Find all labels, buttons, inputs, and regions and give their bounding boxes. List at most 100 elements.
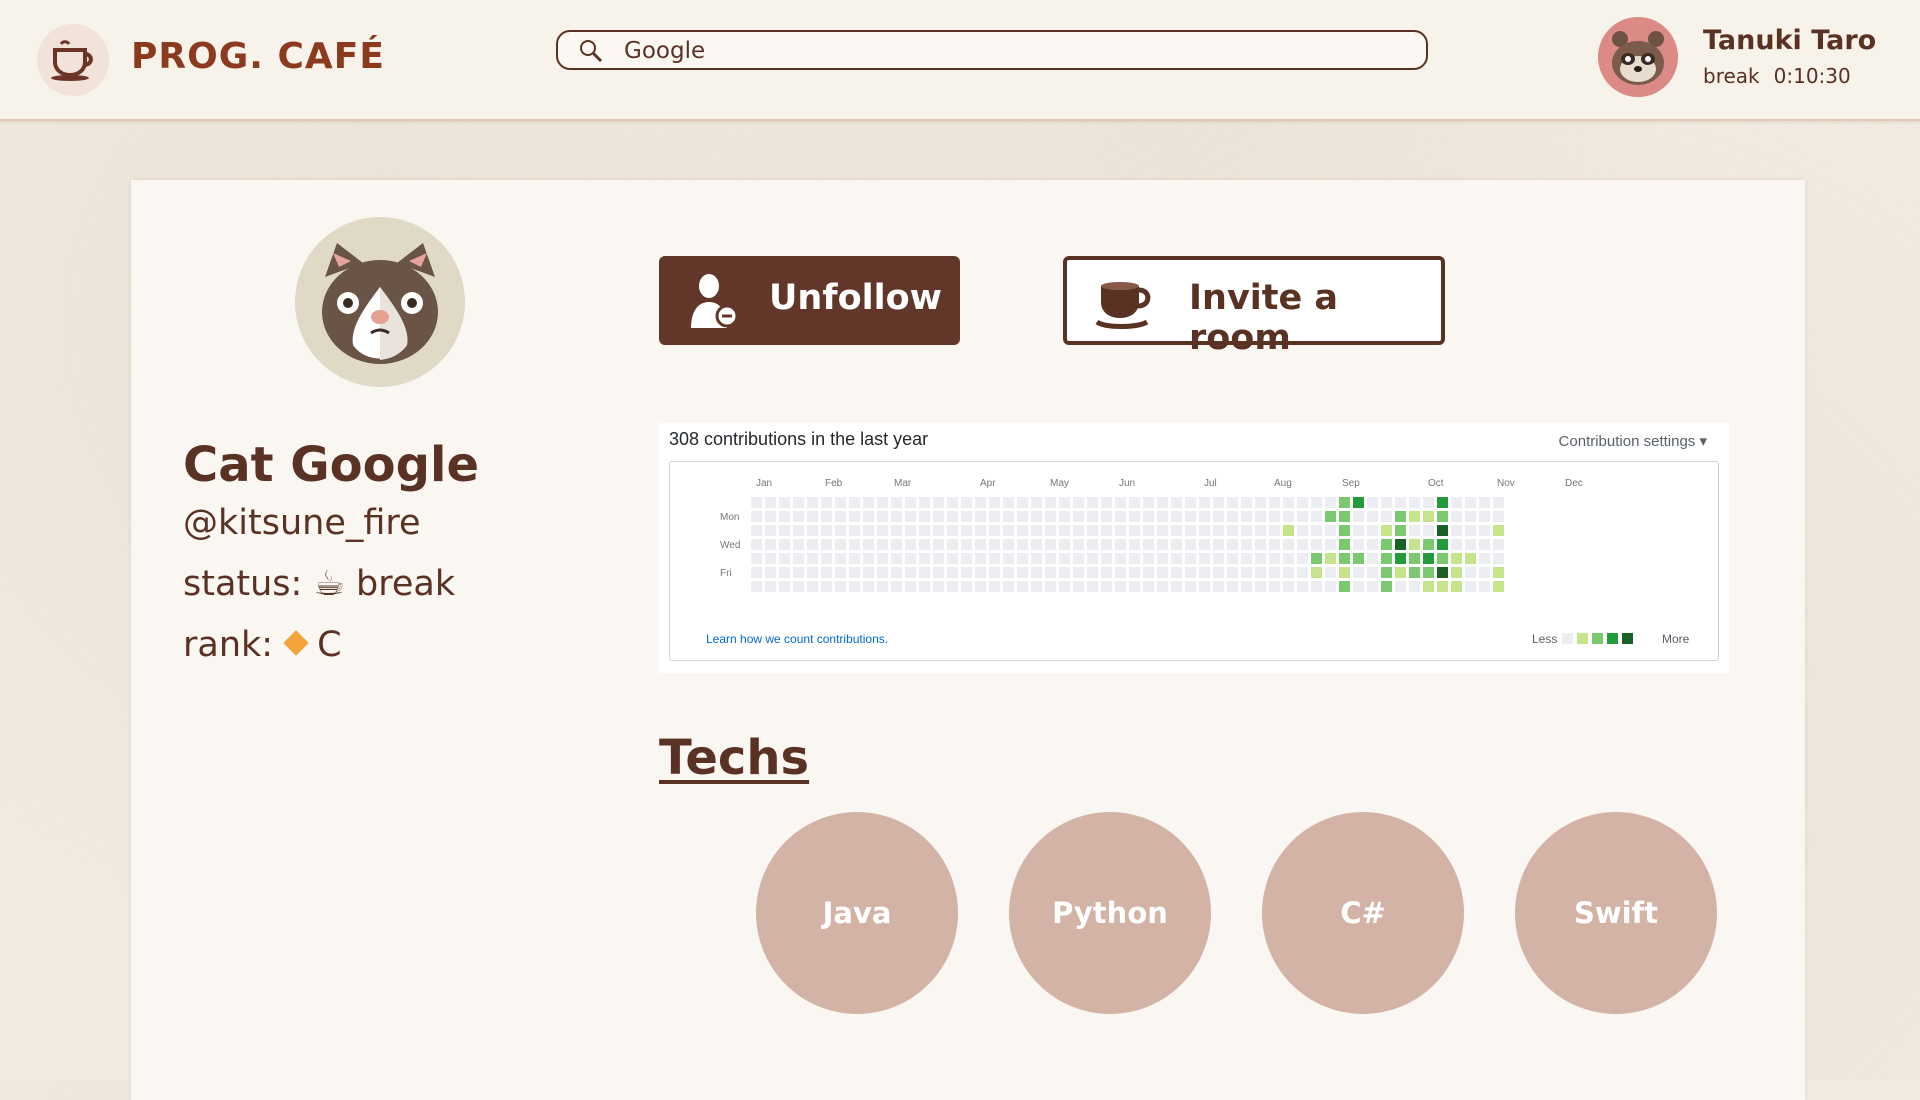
legend-less-label: Less (1532, 632, 1558, 646)
tech-badge-python[interactable]: Python (1009, 812, 1211, 1014)
contribution-cell (877, 567, 888, 578)
contribution-cell (1115, 581, 1126, 592)
contribution-cell (1003, 525, 1014, 536)
contribution-cell (1171, 553, 1182, 564)
contribution-cell (1269, 525, 1280, 536)
contribution-settings-dropdown[interactable]: Contribution settings ▾ (1559, 432, 1707, 450)
month-label: Jul (1204, 478, 1217, 489)
contribution-cell (1381, 553, 1392, 564)
contribution-cell (1213, 553, 1224, 564)
status-value: break (356, 564, 456, 604)
contribution-cell (1339, 553, 1350, 564)
contribution-cell (1325, 497, 1336, 508)
contribution-cell (835, 511, 846, 522)
contribution-cell (1297, 525, 1308, 536)
month-label: May (1050, 478, 1069, 489)
contribution-cell (1087, 525, 1098, 536)
user-avatar[interactable] (1598, 17, 1678, 97)
contribution-cell (933, 497, 944, 508)
tech-badge-java[interactable]: Java (756, 812, 958, 1014)
contribution-cell (1115, 511, 1126, 522)
contribution-cell (765, 525, 776, 536)
contribution-cell (751, 525, 762, 536)
coffee-status-icon: ☕ (313, 564, 345, 604)
contribution-graph: 308 contributions in the last year Contr… (659, 423, 1729, 673)
contribution-cell (1185, 581, 1196, 592)
contribution-cell (1101, 525, 1112, 536)
contribution-cell (947, 497, 958, 508)
contribution-cell (905, 553, 916, 564)
month-label: Sep (1342, 478, 1360, 489)
contribution-cell (1353, 497, 1364, 508)
contribution-cell (1227, 497, 1238, 508)
contribution-cell (1227, 511, 1238, 522)
contribution-cell (961, 581, 972, 592)
contribution-cell (1381, 525, 1392, 536)
contribution-cell (1045, 567, 1056, 578)
invite-room-button[interactable]: Invite a room (1063, 256, 1445, 358)
contribution-cell (1311, 581, 1322, 592)
month-label: Apr (980, 478, 996, 489)
contribution-cell (863, 511, 874, 522)
contribution-cell (947, 511, 958, 522)
remove-user-icon (687, 272, 743, 330)
contribution-cell (1269, 553, 1280, 564)
contribution-cell (1031, 497, 1042, 508)
tech-badge-csharp[interactable]: C# (1262, 812, 1464, 1014)
contribution-cell (849, 511, 860, 522)
contribution-cell (1423, 525, 1434, 536)
contribution-cell (793, 525, 804, 536)
search-bar[interactable] (556, 30, 1428, 70)
contribution-cell (1269, 497, 1280, 508)
contribution-cell (989, 567, 1000, 578)
contribution-cell (1087, 581, 1098, 592)
contribution-cell (751, 539, 762, 550)
contribution-cell (1185, 525, 1196, 536)
contribution-cell (1437, 567, 1448, 578)
contribution-cell (1185, 539, 1196, 550)
search-input[interactable] (622, 34, 1406, 68)
contribution-cell (1129, 525, 1140, 536)
contribution-cell (1367, 511, 1378, 522)
tech-badge-swift[interactable]: Swift (1515, 812, 1717, 1014)
app-logo-text[interactable]: PROG. CAFÉ (131, 36, 385, 77)
contribution-cell (835, 567, 846, 578)
contribution-cell (849, 497, 860, 508)
contribution-cell (1367, 525, 1378, 536)
contribution-cell (1045, 511, 1056, 522)
contribution-cell (891, 581, 902, 592)
contribution-cell (1255, 497, 1266, 508)
contribution-cell (751, 553, 762, 564)
contribution-cell (1395, 511, 1406, 522)
contribution-cell (975, 525, 986, 536)
contribution-cell (919, 581, 930, 592)
contribution-cell (765, 497, 776, 508)
contribution-cell (1395, 497, 1406, 508)
contribution-cell (1437, 581, 1448, 592)
contribution-cell (863, 539, 874, 550)
contribution-cell (807, 567, 818, 578)
learn-contributions-link[interactable]: Learn how we count contributions. (706, 632, 888, 646)
contribution-cell (1227, 525, 1238, 536)
coffee-cup-icon[interactable] (37, 24, 109, 96)
contribution-cell (1325, 567, 1336, 578)
contribution-cell (1129, 539, 1140, 550)
contribution-cell (1465, 567, 1476, 578)
contribution-cell (821, 525, 832, 536)
contribution-cell (1451, 581, 1462, 592)
orange-diamond-icon (283, 630, 309, 656)
contribution-cell (779, 539, 790, 550)
contribution-cell (1101, 497, 1112, 508)
contribution-cell (919, 525, 930, 536)
contribution-cell (793, 511, 804, 522)
search-icon (578, 38, 604, 64)
contribution-cell (919, 553, 930, 564)
contribution-cell (1409, 525, 1420, 536)
contribution-cell (1381, 567, 1392, 578)
contribution-cell (1283, 567, 1294, 578)
contribution-cell (1409, 567, 1420, 578)
contribution-cell (1283, 539, 1294, 550)
unfollow-button[interactable]: Unfollow (659, 256, 960, 345)
contribution-cell (1451, 511, 1462, 522)
contribution-cell (1395, 567, 1406, 578)
